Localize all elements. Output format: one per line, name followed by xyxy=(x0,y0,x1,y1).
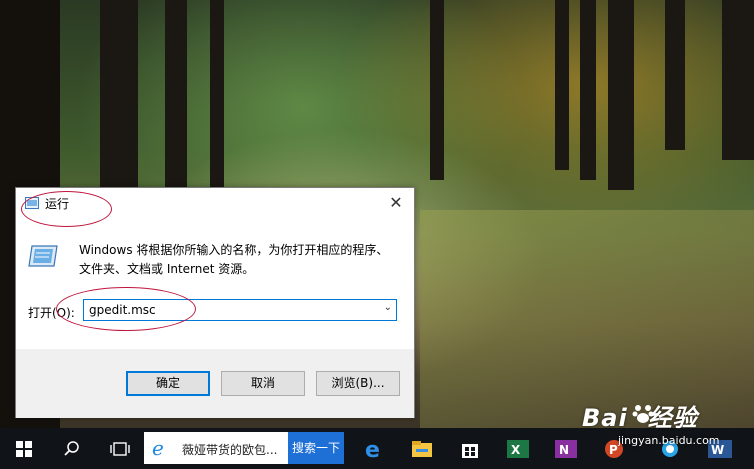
wallpaper-tree xyxy=(555,0,569,170)
wallpaper-tree xyxy=(722,0,754,160)
svg-text:e: e xyxy=(152,438,164,458)
description-line: Windows 将根据你所输入的名称，为你打开相应的程序、 xyxy=(79,243,389,257)
browse-button[interactable]: 浏览(B)... xyxy=(316,371,400,396)
baidu-jingyan-watermark: Bai 经验 jingyan.baidu.com xyxy=(580,398,750,453)
description-line: 文件夹、文档或 Internet 资源。 xyxy=(79,262,255,276)
wallpaper-tree xyxy=(165,0,187,190)
paw-icon xyxy=(632,405,654,423)
task-view-icon[interactable] xyxy=(100,428,140,469)
search-icon[interactable] xyxy=(52,428,92,469)
file-explorer-icon[interactable] xyxy=(402,428,442,469)
watermark-url: jingyan.baidu.com xyxy=(618,434,720,447)
run-dialog: 运行 ✕ Windows 将根据你所输入的名称，为你打开相应的程序、 文件夹、文… xyxy=(15,187,415,418)
close-button[interactable]: ✕ xyxy=(381,189,411,217)
annotation-ellipse-title xyxy=(21,191,112,227)
wallpaper-tree xyxy=(100,0,138,200)
edge-icon[interactable]: e xyxy=(354,428,394,469)
search-go-button[interactable]: 搜索一下 xyxy=(288,432,344,464)
wallpaper-path xyxy=(420,210,754,428)
taskbar-search-box[interactable]: e 薇娅带货的欧包... xyxy=(144,432,288,464)
wallpaper-tree xyxy=(430,0,444,180)
wallpaper-tree xyxy=(210,0,224,190)
svg-text:X: X xyxy=(511,443,521,457)
wallpaper-tree xyxy=(665,0,685,150)
excel-icon[interactable]: X xyxy=(498,428,538,469)
chevron-down-icon[interactable]: ⌄ xyxy=(384,302,392,313)
windows-start-icon[interactable] xyxy=(4,428,44,469)
annotation-ellipse-input xyxy=(56,287,196,331)
wallpaper-tree xyxy=(580,0,596,180)
run-program-icon xyxy=(28,245,58,267)
store-icon[interactable] xyxy=(450,428,490,469)
dialog-description: Windows 将根据你所输入的名称，为你打开相应的程序、 文件夹、文档或 In… xyxy=(79,241,409,279)
svg-text:e: e xyxy=(365,438,380,460)
svg-text:N: N xyxy=(559,443,569,457)
cancel-button[interactable]: 取消 xyxy=(221,371,305,396)
search-query-text: 薇娅带货的欧包... xyxy=(182,443,278,457)
ie-icon: e xyxy=(152,438,164,458)
ok-button[interactable]: 确定 xyxy=(126,371,210,396)
dialog-button-bar: 确定 取消 浏览(B)... xyxy=(16,349,414,418)
wallpaper-tree xyxy=(608,0,634,190)
